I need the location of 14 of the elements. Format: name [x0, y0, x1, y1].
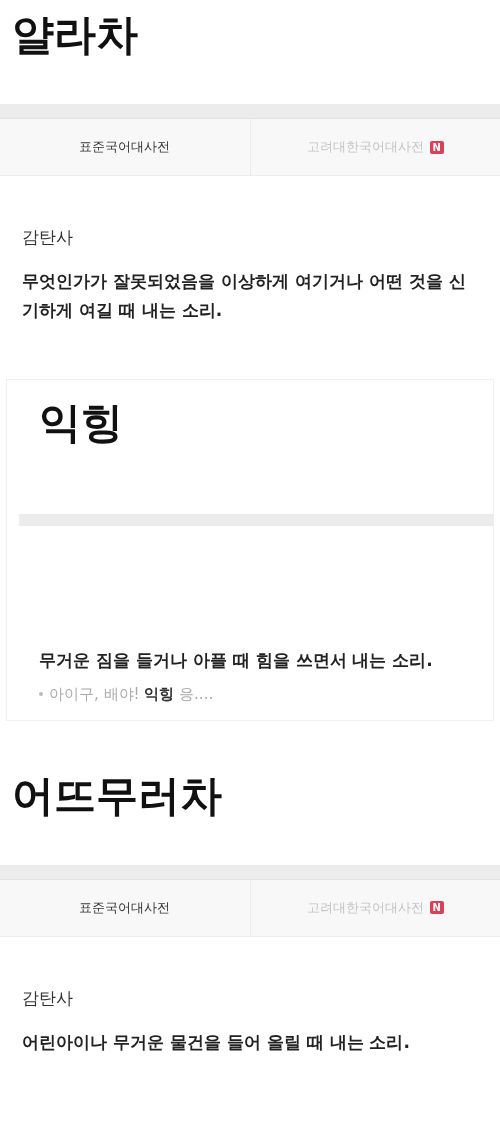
- headword: 익힝: [38, 401, 124, 449]
- headword: 얄라차: [11, 9, 139, 61]
- part-of-speech: 감탄사: [22, 226, 74, 249]
- headword: 어뜨무러차: [11, 769, 223, 822]
- dictionary-tab[interactable]: 표준국어대사전: [0, 879, 250, 936]
- definition: 무엇인가가 잘못되었음을 이상하게 여기거나 어떤 것을 신기하게 여길 때 내는 소리.: [22, 270, 467, 322]
- part-of-speech: 감탄사: [22, 986, 74, 1010]
- dictionary-tab[interactable]: 표준국어대사전: [0, 119, 250, 175]
- definition: 무거운 짐을 들거나 아플 때 힘을 쓰면서 내는 소리.: [39, 648, 434, 672]
- definition: 어린아이나 무거운 물건을 들어 올릴 때 내는 소리.: [22, 1030, 411, 1054]
- new-badge: N: [429, 901, 444, 915]
- bullet-icon: [39, 692, 43, 697]
- example-sentence: 아이구, 배야! 익힝 응....: [49, 684, 214, 704]
- new-badge: N: [429, 140, 444, 154]
